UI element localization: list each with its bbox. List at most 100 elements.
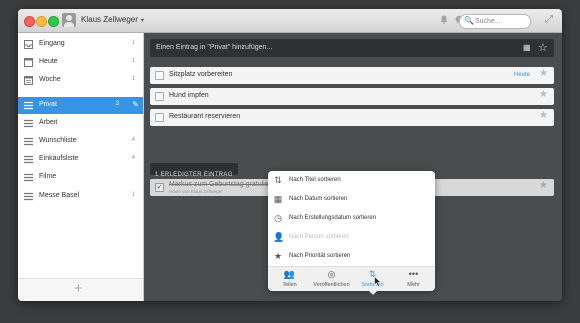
list-icon (24, 173, 33, 182)
share-people-icon: 👥 (283, 269, 296, 279)
close-window-button[interactable] (24, 16, 35, 27)
tab-label: Veröffentlichen (313, 282, 350, 288)
sidebar-item-einkaufsliste[interactable]: Einkaufsliste 4 (18, 151, 143, 168)
search-field[interactable]: 🔍 (459, 14, 531, 29)
sidebar-item-label: Einkaufsliste (39, 155, 79, 162)
sidebar-item-count: 1 (131, 40, 135, 46)
task-row[interactable]: Sitzplatz vorbereiten Heute ★ (150, 67, 554, 84)
sidebar-item-label: Privat (39, 101, 57, 108)
task-title: Markus zum Geburtstag gratulieren (169, 181, 279, 188)
list-icon (24, 137, 33, 146)
sort-by-date-item[interactable]: ▦ Nach Datum sortieren (268, 190, 435, 209)
publish-icon: ◎ (327, 269, 336, 279)
tab-publish[interactable]: ◎ Veröffentlichen (311, 269, 352, 291)
sort-by-person-item: 👤 Nach Person sortieren (268, 228, 435, 247)
sort-by-created-item[interactable]: ◷ Nach Erstellungsdatum sortieren (268, 209, 435, 228)
calendar-icon: ▦ (273, 194, 283, 204)
menu-item-label: Nach Erstellungsdatum sortieren (289, 215, 377, 221)
user-menu[interactable]: Klaus Zellweger ▾ (81, 15, 144, 24)
completed-tasks-label: 1 ERLEDIGTER EINTRAG (155, 172, 233, 178)
sidebar: Eingang 1 Heute 1 Woche 1 Privat 3 ✎ Arb… (18, 33, 144, 301)
clock-icon: ◷ (274, 213, 282, 223)
sidebar-item-label: Eingang (39, 40, 65, 47)
tab-label: Mehr (407, 282, 420, 288)
edit-list-icon[interactable]: ✎ (132, 100, 139, 109)
tab-sort[interactable]: ⇅ Sortieren (352, 269, 393, 291)
plus-icon: + (74, 280, 83, 297)
tab-label: Sortieren (361, 282, 384, 288)
chevron-down-icon: ▾ (140, 18, 144, 24)
add-task-placeholder: Einen Eintrag in "Privat" hinzufügen... (156, 44, 273, 51)
bell-icon[interactable] (440, 15, 448, 26)
list-icon (24, 101, 33, 110)
menu-item-label: Nach Priorität sortieren (289, 253, 351, 259)
task-checkbox-checked[interactable]: ✓ (155, 183, 164, 192)
title-bar: Klaus Zellweger▾ 🔍 ⤢ (18, 9, 562, 33)
menu-item-label: Nach Person sortieren (289, 234, 349, 240)
star-icon: ★ (273, 251, 283, 261)
sidebar-item-count: 1 (131, 58, 135, 64)
zoom-window-button[interactable] (48, 16, 59, 27)
sidebar-item-privat[interactable]: Privat 3 ✎ (18, 97, 143, 114)
task-title: Hund impfen (169, 92, 209, 99)
user-name: Klaus Zellweger (81, 15, 138, 24)
sidebar-item-heute[interactable]: Heute 1 (18, 54, 143, 71)
sort-by-priority-item[interactable]: ★ Nach Priorität sortieren (268, 247, 435, 266)
search-input[interactable] (475, 16, 525, 26)
tab-more[interactable]: ••• Mehr (393, 269, 434, 291)
task-title: Restaurant reservieren (169, 113, 241, 120)
search-icon: 🔍 (464, 16, 474, 25)
sidebar-item-count: 3 (115, 101, 119, 107)
sidebar-item-arbeit[interactable]: Arbeit (18, 115, 143, 132)
sidebar-item-woche[interactable]: Woche 1 (18, 72, 143, 89)
sort-popover: ⇅ Nach Titel sortieren ▦ Nach Datum sort… (268, 171, 435, 295)
avatar[interactable] (62, 13, 76, 27)
sidebar-item-eingang[interactable]: Eingang 1 (18, 36, 143, 53)
sidebar-item-filme[interactable]: Filme (18, 169, 143, 186)
sidebar-item-count: 4 (131, 155, 135, 161)
sidebar-item-count: 1 (131, 192, 135, 198)
more-icon: ••• (408, 269, 419, 279)
tab-label: Teilen (282, 282, 297, 288)
menu-item-label: Nach Titel sortieren (289, 177, 341, 183)
sidebar-item-wunschliste[interactable]: Wunschliste 4 (18, 133, 143, 150)
task-checkbox[interactable] (155, 113, 164, 122)
sort-by-title-item[interactable]: ⇅ Nach Titel sortieren (268, 171, 435, 190)
add-list-button[interactable]: + (18, 278, 143, 301)
sidebar-item-label: Woche (39, 76, 61, 83)
sidebar-item-label: Messe Basel (39, 192, 80, 199)
task-checkbox[interactable] (155, 92, 164, 101)
sort-icon: ⇅ (368, 269, 377, 279)
star-icon[interactable]: ★ (539, 110, 548, 121)
sidebar-item-messe-basel[interactable]: Messe Basel 1 (18, 188, 143, 205)
task-row[interactable]: Restaurant reservieren ★ (150, 109, 554, 126)
sidebar-item-label: Arbeit (39, 119, 58, 126)
sidebar-item-label: Wunschliste (39, 137, 77, 144)
inbox-icon (24, 40, 33, 49)
star-icon[interactable]: ★ (539, 89, 548, 100)
task-due-date: Heute (514, 72, 531, 78)
tab-share[interactable]: 👥 Teilen (269, 269, 310, 291)
completed-tasks-header[interactable]: 1 ERLEDIGTER EINTRAG (150, 163, 238, 178)
fullscreen-icon[interactable]: ⤢ (545, 14, 553, 25)
list-icon (24, 192, 33, 201)
person-icon: 👤 (273, 232, 285, 242)
menu-item-label: Nach Datum sortieren (289, 196, 348, 202)
sidebar-item-label: Heute (39, 58, 58, 65)
list-icon (24, 119, 33, 128)
star-icon[interactable]: ★ (539, 180, 548, 191)
minimize-window-button[interactable] (36, 16, 47, 27)
sidebar-item-label: Filme (39, 173, 57, 180)
calendar-week-icon (24, 76, 33, 85)
task-title: Sitzplatz vorbereiten (169, 71, 233, 78)
task-row[interactable]: Hund impfen ★ (150, 88, 554, 105)
popover-tab-bar: 👥 Teilen ◎ Veröffentlichen ⇅ Sortieren •… (268, 266, 435, 291)
add-task-input[interactable]: Einen Eintrag in "Privat" hinzufügen... … (150, 39, 554, 57)
calendar-day-icon (24, 58, 33, 67)
sort-title-icon: ⇅ (274, 175, 282, 185)
sidebar-item-count: 4 (131, 137, 135, 143)
task-checkbox[interactable] (155, 71, 164, 80)
star-icon[interactable]: ★ (539, 68, 548, 79)
star-icon[interactable]: ☆ (538, 41, 548, 54)
calendar-icon[interactable]: ▦ (523, 43, 531, 52)
